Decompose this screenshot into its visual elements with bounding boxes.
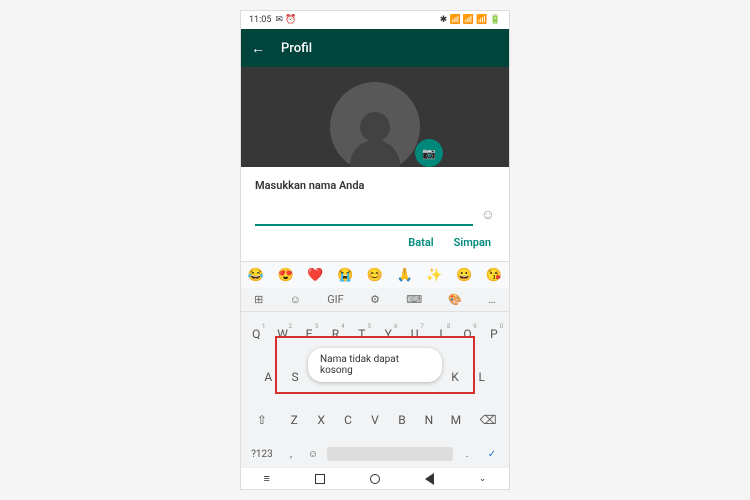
theme-icon[interactable]: 🎨 [448,293,462,306]
name-dialog: Masukkan nama Anda ☺ Batal Simpan [241,167,509,261]
key-m[interactable]: M [442,409,469,431]
key-u[interactable]: U7 [401,323,427,345]
shift-key[interactable]: ⇧ [243,409,281,431]
emoji-key[interactable]: ☺ [305,449,321,460]
comma-key[interactable]: , [283,449,299,460]
sticker-icon[interactable]: ☺ [290,293,301,306]
key-n[interactable]: N [415,409,442,431]
key-q[interactable]: Q1 [243,323,269,345]
status-right-icons: ✱ 📶 📶 📶 🔋 [440,15,501,25]
grid-icon[interactable]: ⊞ [254,293,263,306]
key-i[interactable]: I8 [428,323,454,345]
save-button[interactable]: Simpan [454,236,491,249]
dialog-title: Masukkan nama Anda [255,179,495,192]
settings-icon[interactable]: ⚙ [370,293,380,306]
status-bar: 11:05 ✉ ⏰ ✱ 📶 📶 📶 🔋 [241,11,509,29]
key-y[interactable]: Y6 [375,323,401,345]
android-nav-bar: ≡ ⌄ [241,467,509,489]
key-w[interactable]: W2 [269,323,295,345]
period-key[interactable]: . [459,449,475,460]
emoji-item[interactable]: ❤️ [307,268,323,283]
toast-message: Nama tidak dapat kosong [308,348,442,382]
key-x[interactable]: X [308,409,335,431]
backspace-key[interactable]: ⌫ [469,409,507,431]
camera-icon[interactable]: 📷 [415,139,443,167]
nav-keyboard-toggle-icon[interactable]: ⌄ [479,474,487,484]
key-a[interactable]: A [255,366,282,388]
emoji-item[interactable]: 😍 [278,268,294,283]
key-l[interactable]: L [468,366,495,388]
key-s[interactable]: S [282,366,309,388]
emoji-item[interactable]: 😂 [248,268,264,283]
nav-menu-icon[interactable]: ≡ [264,472,270,485]
emoji-item[interactable]: 🙏 [397,268,413,283]
avatar-placeholder [330,82,420,167]
more-icon[interactable]: … [488,293,495,306]
gif-icon[interactable]: GIF [327,293,344,306]
status-time: 11:05 [249,15,271,25]
status-left-icons: ✉ ⏰ [275,15,296,25]
profile-photo-area: 📷 [241,67,509,167]
key-o[interactable]: O9 [454,323,480,345]
key-v[interactable]: V [362,409,389,431]
key-k[interactable]: K [442,366,469,388]
emoji-picker-icon[interactable]: ☺ [481,206,495,223]
emoji-item[interactable]: 😘 [486,268,502,283]
spacebar[interactable] [327,447,453,461]
emoji-item[interactable]: 😀 [456,268,472,283]
key-row-3: ⇧ Z X C V B N M ⌫ [241,398,509,441]
name-input[interactable] [255,202,473,226]
nav-recents-icon[interactable] [315,474,325,484]
keyboard: 😂 😍 ❤️ 😭 😊 🙏 ✨ 😀 😘 ⊞ ☺ GIF ⚙ ⌨ 🎨 … Q1 W2… [241,261,509,467]
key-z[interactable]: Z [281,409,308,431]
app-title: Profil [281,41,312,56]
enter-key[interactable]: ✓ [481,449,503,460]
key-p[interactable]: P0 [481,323,507,345]
nav-back-icon[interactable] [425,473,434,485]
translate-icon[interactable]: ⌨ [406,293,422,306]
emoji-item[interactable]: ✨ [426,268,442,283]
key-e[interactable]: E3 [296,323,322,345]
key-b[interactable]: B [388,409,415,431]
nav-home-icon[interactable] [370,474,380,484]
emoji-item[interactable]: 😊 [367,268,383,283]
back-icon[interactable]: ← [251,40,265,57]
key-r[interactable]: R4 [322,323,348,345]
symbols-key[interactable]: ?123 [247,449,277,460]
keyboard-toolbar: ⊞ ☺ GIF ⚙ ⌨ 🎨 … [241,288,509,312]
phone-frame: 11:05 ✉ ⏰ ✱ 📶 📶 📶 🔋 ← Profil 📷 Masukkan … [240,10,510,490]
key-row-bottom: ?123 , ☺ . ✓ [241,441,509,467]
key-c[interactable]: C [335,409,362,431]
key-t[interactable]: T5 [349,323,375,345]
emoji-item[interactable]: 😭 [337,268,353,283]
app-bar: ← Profil [241,29,509,67]
person-icon [360,112,390,142]
cancel-button[interactable]: Batal [408,236,433,249]
emoji-suggestion-row: 😂 😍 ❤️ 😭 😊 🙏 ✨ 😀 😘 [241,262,509,288]
